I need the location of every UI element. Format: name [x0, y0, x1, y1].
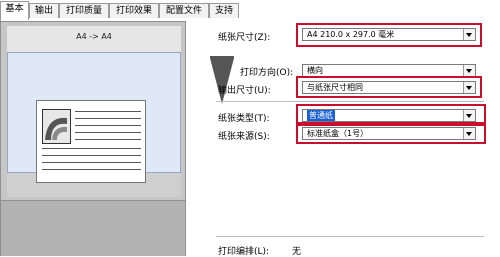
- tab-print-quality[interactable]: 打印质量: [59, 3, 109, 18]
- text-line: [75, 118, 141, 119]
- text-line: [75, 111, 141, 112]
- scale-funnel-icon: [210, 58, 234, 104]
- photo-thumbnail-icon: [42, 109, 71, 144]
- highlight-box: [296, 124, 486, 144]
- highlight-box: [296, 76, 482, 98]
- text-line: [75, 125, 141, 126]
- text-line: [75, 139, 141, 140]
- tab-support[interactable]: 支持: [209, 3, 239, 18]
- highlight-box: [296, 23, 482, 47]
- preview-frame: A4 -> A4: [0, 21, 186, 256]
- tab-output[interactable]: 输出: [29, 3, 59, 18]
- text-line: [42, 169, 141, 170]
- output-size-label: 输出尺寸(U):: [218, 86, 271, 96]
- text-line: [42, 148, 141, 149]
- paper-source-label: 纸张来源(S):: [218, 132, 270, 142]
- section-divider: [216, 101, 484, 102]
- section-divider: [216, 236, 484, 237]
- chevron-down-icon: [463, 65, 475, 76]
- preview-page: [36, 100, 146, 183]
- orientation-value: 横向: [307, 66, 323, 75]
- tab-bar: 基本 输出 打印质量 打印效果 配置文件 支持: [0, 0, 500, 20]
- paper-size-label: 纸张尺寸(Z):: [218, 33, 271, 43]
- text-line: [75, 132, 141, 133]
- media-type-label: 纸张类型(T):: [218, 114, 270, 124]
- print-layout-label: 打印编排(L):: [218, 247, 270, 257]
- highlight-box: [296, 104, 486, 124]
- tab-print-effects[interactable]: 打印效果: [109, 3, 159, 18]
- print-layout-value: 无: [292, 247, 302, 257]
- text-line: [42, 162, 141, 163]
- tab-basic[interactable]: 基本: [0, 1, 29, 20]
- preview-title: A4 -> A4: [76, 32, 112, 41]
- orientation-label: 打印方向(O):: [240, 68, 294, 78]
- preview-base: [1, 200, 185, 256]
- text-line: [42, 155, 141, 156]
- tab-profiles[interactable]: 配置文件: [159, 3, 209, 18]
